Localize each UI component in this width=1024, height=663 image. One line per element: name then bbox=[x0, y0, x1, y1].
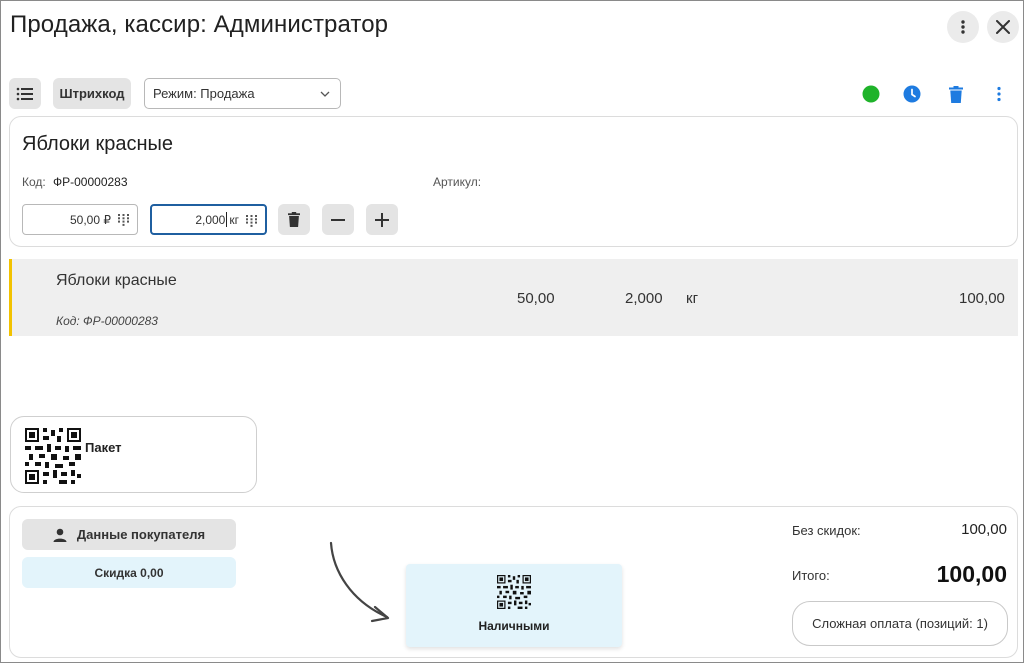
cash-payment-label: Наличными bbox=[478, 619, 550, 633]
clock-icon bbox=[903, 85, 921, 103]
complex-payment-button[interactable]: Сложная оплата (позиций: 1) bbox=[792, 601, 1008, 646]
plus-icon bbox=[375, 212, 389, 227]
price-input[interactable]: 50,00 ₽ bbox=[22, 204, 138, 235]
discount-button[interactable]: Скидка 0,00 bbox=[22, 557, 236, 588]
delete-item-button[interactable] bbox=[278, 204, 310, 235]
no-discount-label: Без скидок: bbox=[792, 523, 861, 538]
toolbar-more-button[interactable] bbox=[989, 84, 1009, 104]
quantity-value: 2,000 bbox=[195, 212, 226, 227]
list-icon bbox=[16, 87, 33, 100]
minus-icon bbox=[331, 218, 345, 221]
line-item-quantity: 2,000 bbox=[625, 290, 663, 307]
payment-panel: Данные покупателя Скидка 0,00 Наличными … bbox=[9, 506, 1018, 658]
sale-window: Продажа, кассир: Администратор Штрихкод … bbox=[0, 0, 1024, 663]
line-item-code: Код: ФР-00000283 bbox=[56, 314, 158, 328]
more-menu-button[interactable] bbox=[947, 11, 979, 43]
qr-code-icon bbox=[25, 428, 81, 484]
line-item-unit: кг bbox=[686, 290, 699, 307]
quantity-input[interactable]: 2,000 кг bbox=[150, 204, 267, 235]
connection-status-indicator[interactable] bbox=[861, 84, 881, 104]
quick-item-label: Пакет bbox=[85, 440, 122, 455]
close-icon bbox=[996, 20, 1010, 34]
close-button[interactable] bbox=[987, 11, 1019, 43]
product-name: Яблоки красные bbox=[22, 133, 174, 155]
cash-payment-button[interactable]: Наличными bbox=[406, 564, 622, 647]
line-item-price: 50,00 bbox=[517, 290, 555, 307]
line-item-name: Яблоки красные bbox=[56, 272, 177, 289]
code-label: Код: bbox=[22, 175, 46, 189]
customer-data-button[interactable]: Данные покупателя bbox=[22, 519, 236, 550]
person-icon bbox=[53, 528, 67, 542]
text-caret bbox=[226, 212, 228, 227]
list-view-button[interactable] bbox=[9, 78, 41, 109]
mode-select[interactable]: Режим: Продажа bbox=[144, 78, 341, 109]
mode-select-value: Режим: Продажа bbox=[153, 86, 255, 101]
status-dot-icon bbox=[862, 85, 880, 103]
trash-icon bbox=[949, 85, 963, 103]
quick-item-tile[interactable]: Пакет bbox=[10, 416, 257, 493]
product-card: Яблоки красные Код: ФР-00000283 Артикул:… bbox=[9, 116, 1018, 247]
barcode-button[interactable]: Штрихкод bbox=[53, 78, 131, 109]
page-title: Продажа, кассир: Администратор bbox=[10, 11, 389, 38]
price-value: 50,00 ₽ bbox=[70, 212, 111, 227]
annotation-arrow bbox=[329, 541, 390, 623]
history-button[interactable] bbox=[902, 84, 922, 104]
table-row[interactable]: Яблоки красные Код: ФР-00000283 50,00 2,… bbox=[9, 259, 1018, 336]
keypad-icon bbox=[246, 215, 257, 227]
decrease-quantity-button[interactable] bbox=[322, 204, 354, 235]
trash-icon bbox=[288, 212, 300, 227]
chevron-down-icon bbox=[320, 91, 330, 97]
no-discount-value: 100,00 bbox=[961, 521, 1007, 538]
increase-quantity-button[interactable] bbox=[366, 204, 398, 235]
total-value: 100,00 bbox=[936, 561, 1007, 587]
qr-code-icon bbox=[497, 575, 531, 609]
total-label: Итого: bbox=[792, 568, 830, 583]
clear-receipt-button[interactable] bbox=[946, 84, 966, 104]
vertical-dots-icon bbox=[961, 20, 965, 34]
customer-data-label: Данные покупателя bbox=[76, 527, 206, 542]
article-label: Артикул: bbox=[433, 175, 482, 189]
vertical-dots-icon bbox=[997, 86, 1001, 102]
keypad-icon bbox=[118, 214, 129, 226]
code-value: ФР-00000283 bbox=[53, 175, 128, 189]
quantity-unit: кг bbox=[229, 212, 239, 227]
line-item-sum: 100,00 bbox=[959, 290, 1005, 307]
